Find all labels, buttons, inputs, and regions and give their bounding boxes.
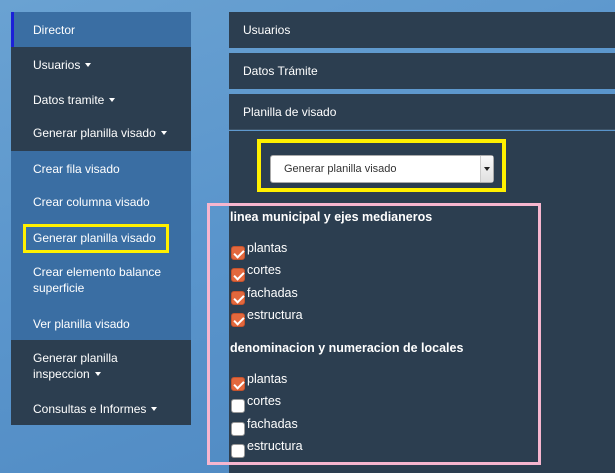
checkbox-label: estructura [247,308,303,322]
dropdown-arrow-icon[interactable] [480,156,493,182]
checkbox[interactable] [231,444,245,458]
panel-planilla-visado[interactable]: Planilla de visado [229,94,615,130]
sidebar-item-label: Usuarios [33,58,81,72]
checkbox-label: fachadas [247,286,298,300]
checkbox-label: cortes [247,263,282,277]
section-title: denominacion y numeracion de locales [230,341,464,355]
panel-title: Planilla de visado [243,104,337,119]
sidebar-subitem-crear-elemento-balance-superficie[interactable]: Crear elemento balance superficie [11,264,191,296]
sidebar-item-label: Crear fila visado [33,162,120,176]
panel-datos-tramite[interactable]: Datos Trámite [229,53,615,89]
panel-title: Usuarios [243,23,291,37]
section-title: linea municipal y ejes medianeros [230,210,433,224]
checkbox-label: plantas [247,241,288,255]
sidebar-item-label: Crear columna visado [33,195,150,209]
sidebar-subitem-crear-columna-visado[interactable]: Crear columna visado [11,194,191,210]
sidebar: Director Usuarios Datos tramite Generar … [11,12,191,425]
sidebar-item-consultas-informes[interactable]: Consultas e Informes [11,401,191,417]
sidebar-item-label: Generar planilla visado [33,126,156,140]
sidebar-item-label: Consultas e Informes [33,402,147,416]
sidebar-item-usuarios[interactable]: Usuarios [11,57,191,73]
caret-down-icon [151,407,158,411]
sidebar-item-label: Director [33,22,76,37]
checkbox[interactable] [231,291,245,305]
caret-down-icon [85,63,92,67]
checkbox-label: plantas [247,372,288,386]
checkbox[interactable] [231,422,245,436]
sidebar-item-datos-tramite[interactable]: Datos tramite [11,92,191,108]
checkbox[interactable] [231,246,245,260]
panel-title: Datos Trámite [243,64,318,78]
caret-down-icon [94,372,101,376]
sidebar-item-label: Crear elemento balance superficie [33,265,162,295]
panel-usuarios[interactable]: Usuarios [229,12,615,48]
checkbox-label: fachadas [247,417,298,431]
sidebar-subitem-crear-fila-visado[interactable]: Crear fila visado [11,161,191,177]
select-value: Generar planilla visado [284,163,397,175]
sidebar-item-generar-planilla-inspeccion[interactable]: Generar planilla inspeccion [11,350,191,382]
checkbox[interactable] [231,399,245,413]
caret-down-icon [160,131,167,135]
checkbox-label: cortes [247,394,282,408]
planilla-select[interactable]: Generar planilla visado [270,155,494,183]
checkbox[interactable] [231,313,245,327]
checkbox[interactable] [231,268,245,282]
caret-down-icon [109,98,116,102]
sidebar-item-director[interactable]: Director [11,12,191,47]
checkbox-label: estructura [247,439,303,453]
sidebar-item-label: Datos tramite [33,93,105,107]
sidebar-item-label: Generar planilla inspeccion [33,351,118,381]
sidebar-subitem-ver-planilla-visado[interactable]: Ver planilla visado [11,316,191,332]
checkbox[interactable] [231,377,245,391]
sidebar-item-label: Ver planilla visado [33,317,130,331]
sidebar-item-generar-planilla-visado[interactable]: Generar planilla visado [11,125,191,141]
highlight-box [23,224,169,253]
